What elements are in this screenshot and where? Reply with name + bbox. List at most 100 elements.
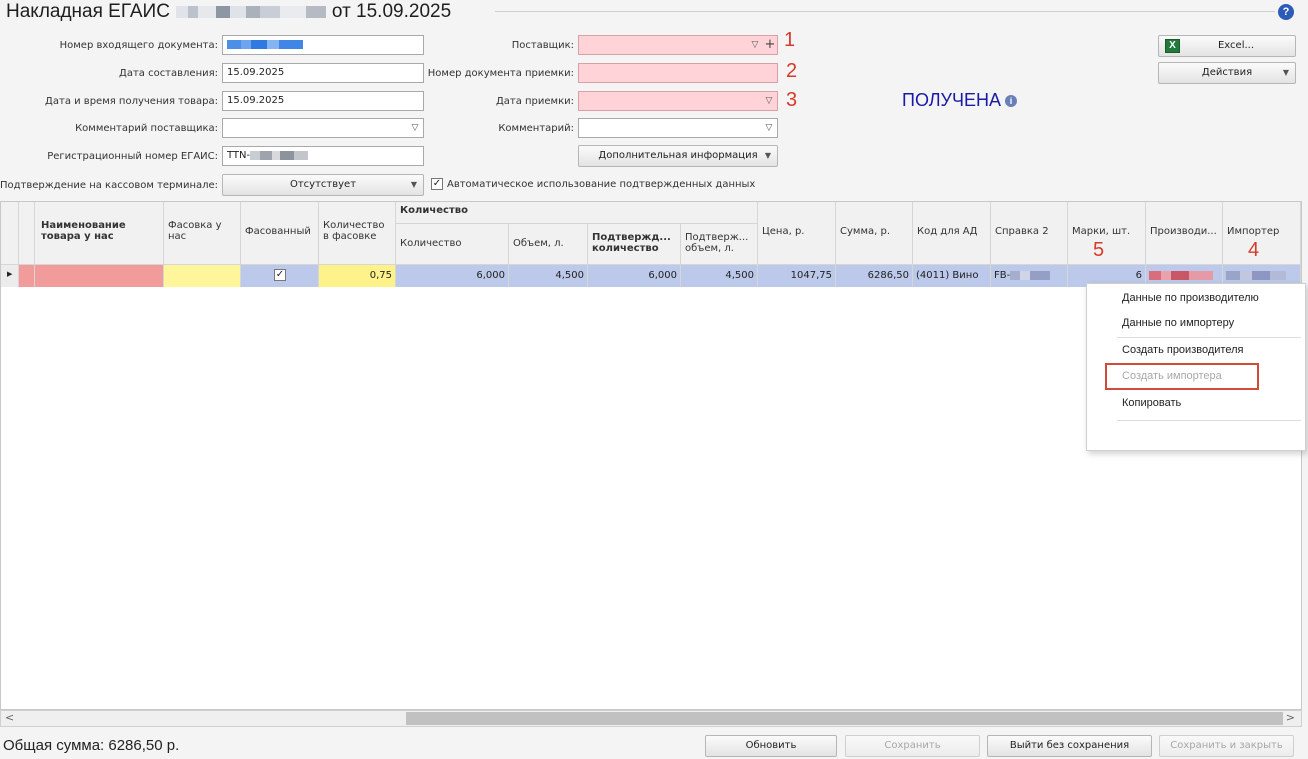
annotation-5: 5: [1093, 239, 1105, 261]
actions-button-label: Действия: [1201, 67, 1253, 78]
context-menu: Данные по производителю Данные по импорт…: [1086, 283, 1306, 451]
egais-reg-label: Регистрационный номер ЕГАИС:: [47, 151, 218, 162]
col-importer-header[interactable]: Импортер: [1223, 202, 1301, 265]
menu-item-importer-data[interactable]: Данные по импортеру: [1122, 317, 1234, 329]
refresh-button[interactable]: Обновить: [705, 735, 837, 757]
col-qty-in-pack-header[interactable]: Количество в фасовке: [319, 202, 396, 265]
comment-label: Комментарий:: [498, 123, 574, 134]
supplier-comment-field[interactable]: ▽: [222, 118, 424, 138]
cell-qty-in-pack[interactable]: 0,75: [319, 265, 396, 287]
cashier-confirm-value: Отсутствует: [289, 179, 357, 190]
annotation-4: 4: [1248, 239, 1260, 261]
menu-item-copy[interactable]: Копировать: [1122, 397, 1181, 409]
egais-reg-field[interactable]: TTN-: [222, 146, 424, 166]
col-ad-code-header[interactable]: Код для АД: [913, 202, 991, 265]
scroll-right-icon[interactable]: >: [1286, 711, 1295, 724]
col-pack-header[interactable]: Фасовка у нас: [164, 202, 241, 265]
col-producer-header[interactable]: Производи...: [1146, 202, 1223, 265]
annotation-3: 3: [786, 89, 798, 111]
row-number-cell[interactable]: [19, 265, 35, 287]
col-confirmed-vol-header[interactable]: Подтверж... объем, л.: [681, 224, 758, 265]
comment-field[interactable]: ▽: [578, 118, 778, 138]
redacted-value: [227, 39, 303, 49]
date-composed-field[interactable]: 15.09.2025: [222, 63, 424, 83]
cashier-confirm-label: Подтверждение на кассовом терминале:: [0, 180, 219, 191]
extra-info-button[interactable]: Дополнительная информация ▼: [578, 145, 778, 167]
incoming-doc-field[interactable]: [222, 35, 424, 55]
col-price-header[interactable]: Цена, р.: [758, 202, 836, 265]
qty-group-header: Количество: [396, 202, 758, 224]
horizontal-scrollbar[interactable]: < >: [0, 710, 1302, 727]
cell-confirmed-qty[interactable]: 6,000: [588, 265, 681, 287]
row-indicator-header: [1, 202, 19, 265]
help-icon[interactable]: ?: [1278, 4, 1294, 20]
col-volume-header[interactable]: Объем, л.: [509, 224, 588, 265]
extra-info-label: Дополнительная информация: [598, 150, 758, 161]
chevron-down-icon[interactable]: ▽: [761, 92, 777, 110]
col-sum-header[interactable]: Сумма, р.: [836, 202, 913, 265]
menu-separator: [1117, 420, 1301, 421]
row-indicator-icon[interactable]: ▶: [1, 265, 19, 287]
cashier-confirm-select[interactable]: Отсутствует ▼: [222, 174, 424, 196]
redacted-value: [1149, 270, 1213, 280]
date-composed-label: Дата составления:: [119, 68, 218, 79]
col-qty-header[interactable]: Количество: [396, 224, 509, 265]
menu-item-create-producer[interactable]: Создать производителя: [1122, 344, 1243, 356]
cell-volume[interactable]: 4,500: [509, 265, 588, 287]
redacted-document-number: [175, 5, 326, 18]
menu-item-create-importer[interactable]: Создать импортера: [1122, 370, 1222, 382]
chevron-down-icon[interactable]: ▽: [747, 36, 763, 54]
info-icon[interactable]: i: [1005, 95, 1017, 108]
document-title-suffix: от 15.09.2025: [331, 1, 452, 22]
col-packed-header[interactable]: Фасованный: [241, 202, 319, 265]
acceptance-doc-field[interactable]: [578, 63, 778, 83]
cell-qty[interactable]: 6,000: [396, 265, 509, 287]
cell-ad-code[interactable]: (4011) Вино: [913, 265, 991, 287]
goods-grid[interactable]: Наименование товара у нас Фасовка у нас …: [0, 201, 1302, 710]
chevron-down-icon: ▼: [764, 151, 771, 160]
excel-icon: X: [1165, 39, 1180, 53]
egais-reg-prefix: TTN-: [227, 150, 251, 161]
cell-sum[interactable]: 6286,50: [836, 265, 913, 287]
received-datetime-label: Дата и время получения товара:: [45, 96, 218, 107]
cell-name[interactable]: [35, 265, 164, 287]
scroll-left-icon[interactable]: <: [5, 711, 14, 724]
cell-packed[interactable]: ✓: [241, 265, 319, 287]
supplier-label: Поставщик:: [511, 40, 574, 51]
exit-no-save-button[interactable]: Выйти без сохранения: [987, 735, 1152, 757]
cell-ref2[interactable]: FB-: [991, 265, 1068, 287]
chevron-down-icon: ▼: [1282, 68, 1289, 77]
scrollbar-thumb[interactable]: [406, 712, 1283, 725]
incoming-doc-label: Номер входящего документа:: [59, 40, 218, 51]
add-icon[interactable]: +: [763, 36, 777, 54]
cell-price[interactable]: 1047,75: [758, 265, 836, 287]
redacted-value: [250, 150, 309, 160]
status-badge: ПОЛУЧЕНА i: [902, 90, 1017, 111]
excel-button[interactable]: X Excel...: [1158, 35, 1296, 57]
col-marks-header[interactable]: Марки, шт.: [1068, 202, 1146, 265]
cell-confirmed-vol[interactable]: 4,500: [681, 265, 758, 287]
total-sum: Общая сумма: 6286,50 р.: [3, 737, 180, 754]
row-number-header: [19, 202, 35, 265]
received-datetime-field[interactable]: 15.09.2025: [222, 91, 424, 111]
chevron-down-icon[interactable]: ▽: [407, 119, 423, 137]
auto-use-checkbox[interactable]: ✓: [431, 178, 443, 190]
redacted-value: [1226, 270, 1286, 280]
status-text: ПОЛУЧЕНА: [902, 90, 1001, 110]
packed-checkbox[interactable]: ✓: [274, 269, 286, 281]
chevron-down-icon[interactable]: ▽: [761, 119, 777, 137]
col-ref2-header[interactable]: Справка 2: [991, 202, 1068, 265]
save-button[interactable]: Сохранить: [845, 735, 980, 757]
annotation-2: 2: [786, 60, 798, 82]
menu-separator: [1117, 337, 1301, 338]
col-name-header[interactable]: Наименование товара у нас: [35, 202, 164, 265]
document-title: Накладная ЕГАИС от 15.09.2025: [6, 1, 451, 23]
menu-item-producer-data[interactable]: Данные по производителю: [1122, 292, 1259, 304]
supplier-field[interactable]: ▽ +: [578, 35, 778, 55]
acceptance-date-field[interactable]: ▽: [578, 91, 778, 111]
annotation-1: 1: [784, 29, 796, 51]
cell-pack[interactable]: [164, 265, 241, 287]
save-close-button[interactable]: Сохранить и закрыть: [1159, 735, 1294, 757]
col-confirmed-qty-header[interactable]: Подтвержд... количество: [588, 224, 681, 265]
actions-button[interactable]: Действия ▼: [1158, 62, 1296, 84]
